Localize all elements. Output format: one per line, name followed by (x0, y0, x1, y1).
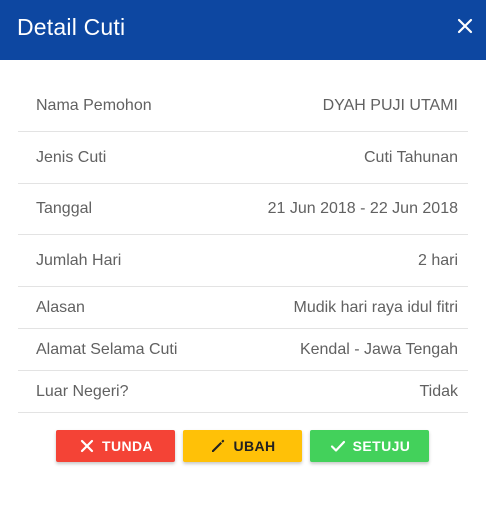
detail-value: 21 Jun 2018 - 22 Jun 2018 (267, 200, 458, 217)
ubah-button[interactable]: UBAH (183, 430, 302, 462)
detail-value: DYAH PUJI UTAMI (322, 96, 458, 114)
setuju-button[interactable]: SETUJU (310, 430, 429, 462)
detail-row-jumlah-hari: Jumlah Hari 2 hari (18, 235, 468, 287)
detail-value: Tidak (419, 382, 458, 400)
ubah-button-label: UBAH (233, 438, 276, 454)
detail-label: Nama Pemohon (36, 96, 152, 114)
detail-label: Luar Negeri? (36, 382, 129, 400)
detail-label: Alasan (36, 298, 85, 316)
detail-label: Jumlah Hari (36, 251, 122, 269)
detail-label: Tanggal (36, 200, 93, 217)
detail-row-tanggal: Tanggal 21 Jun 2018 - 22 Jun 2018 (18, 184, 468, 235)
detail-value: Kendal - Jawa Tengah (299, 340, 458, 358)
detail-row-alasan: Alasan Mudik hari raya idul fitri (18, 287, 468, 329)
close-button[interactable] (456, 17, 474, 35)
check-icon (329, 437, 347, 455)
detail-value: 2 hari (417, 251, 458, 269)
close-icon (78, 437, 96, 455)
detail-label: Jenis Cuti (36, 148, 107, 166)
close-icon (457, 18, 473, 34)
setuju-button-label: SETUJU (352, 438, 411, 454)
detail-value: Cuti Tahunan (364, 148, 458, 166)
tunda-button[interactable]: TUNDA (56, 430, 175, 462)
dialog-title: Detail Cuti (17, 14, 126, 40)
dialog-header: Detail Cuti (0, 0, 486, 60)
detail-row-nama-pemohon: Nama Pemohon DYAH PUJI UTAMI (18, 80, 468, 132)
detail-value: Mudik hari raya idul fitri (293, 298, 459, 316)
detail-row-luar-negeri: Luar Negeri? Tidak (18, 371, 468, 413)
detail-row-jenis-cuti: Jenis Cuti Cuti Tahunan (18, 132, 468, 184)
tunda-button-label: TUNDA (102, 438, 153, 454)
detail-row-alamat-selama-cuti: Alamat Selama Cuti Kendal - Jawa Tengah (18, 329, 468, 371)
detail-label: Alamat Selama Cuti (36, 340, 178, 358)
detail-list: Nama Pemohon DYAH PUJI UTAMI Jenis Cuti … (18, 80, 468, 413)
pencil-icon (209, 437, 227, 455)
action-bar: TUNDA UBAH SETUJU (0, 430, 486, 462)
